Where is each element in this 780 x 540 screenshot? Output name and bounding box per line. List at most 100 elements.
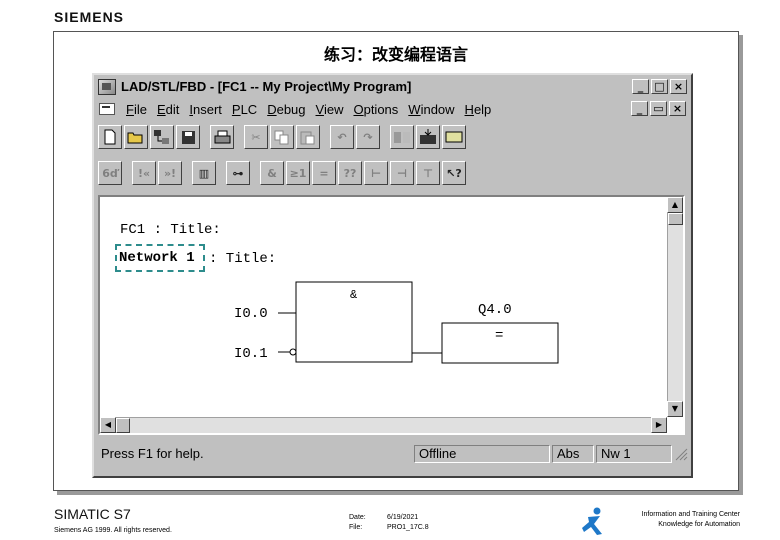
branch-close-button[interactable]: ⊣ [390, 161, 414, 185]
save-button[interactable] [176, 125, 200, 149]
status-mode: Offline [414, 445, 550, 463]
file-label: File: [349, 524, 363, 531]
undo-icon: ↶ [337, 130, 347, 144]
menu-options[interactable]: Options [348, 102, 403, 117]
and-box-icon: & [267, 166, 277, 180]
standard-toolbar: ✂ ↶ ↷ [98, 123, 468, 151]
minimize-button[interactable]: _ [632, 79, 649, 94]
size-grip-icon[interactable] [674, 447, 688, 461]
display-button[interactable] [442, 125, 466, 149]
branch-open-button[interactable]: ⊢ [364, 161, 388, 185]
output-address[interactable]: Q4.0 [478, 302, 512, 318]
scroll-up-button[interactable]: ▲ [667, 197, 683, 213]
close-button[interactable]: × [670, 79, 687, 94]
footer-meta: Date: 6/19/2021 File: PRO1_17C.8 [349, 514, 467, 531]
assign-button[interactable]: = [312, 161, 336, 185]
maximize-button[interactable]: □ [651, 79, 668, 94]
menu-bar: File Edit Insert PLC Debug View Options … [96, 99, 689, 119]
fbd-diagram [278, 281, 559, 364]
network-button[interactable]: ⊶ [226, 161, 250, 185]
assign-operator: = [495, 328, 504, 344]
lad-stl-fbd-window: LAD/STL/FBD - [FC1 -- My Project\My Prog… [92, 73, 693, 478]
new-icon [104, 129, 116, 145]
accessible-nodes-icon [154, 130, 169, 144]
horizontal-scroll-thumb[interactable] [116, 418, 130, 433]
menu-plc[interactable]: PLC [227, 102, 262, 117]
menu-insert[interactable]: Insert [184, 102, 227, 117]
gate-label: & [350, 288, 358, 302]
open-button[interactable] [124, 125, 148, 149]
footer-left: SIMATIC S7 Siemens AG 1999. All rights r… [54, 506, 172, 534]
siemens-brand: SIEMENS [54, 9, 125, 25]
branch-close-icon: ⊣ [396, 166, 408, 180]
doc-restore-button[interactable]: ▭ [650, 101, 667, 116]
overview-icon: 6ď [102, 166, 118, 180]
menu-edit[interactable]: Edit [152, 102, 184, 117]
print-icon [214, 130, 230, 143]
redo-icon: ↷ [363, 130, 373, 144]
doc-close-button[interactable]: × [669, 101, 686, 116]
prev-network-button[interactable]: !« [132, 161, 156, 185]
negation-circle[interactable] [289, 348, 297, 356]
scroll-down-button[interactable]: ▼ [667, 401, 683, 417]
open-icon [127, 132, 143, 144]
ladder-toolbar: 6ď !« »! ▥ ⊶ & ≥1 = ?? ⊢ ⊣ ⊤ ↖? [98, 159, 468, 187]
vertical-scrollbar[interactable]: ▲ ▼ [667, 197, 683, 417]
empty-box-icon: ?? [343, 166, 357, 180]
input1-address[interactable]: I0.0 [234, 306, 268, 322]
monitor-button[interactable] [390, 125, 414, 149]
window-titlebar[interactable]: LAD/STL/FBD - [FC1 -- My Project\My Prog… [95, 76, 690, 97]
product-name: SIMATIC S7 [54, 506, 131, 522]
horizontal-scrollbar[interactable]: ◀ ▶ [100, 417, 667, 433]
help-cursor-button[interactable]: ↖? [442, 161, 466, 185]
or-box-button[interactable]: ≥1 [286, 161, 310, 185]
copyright: Siemens AG 1999. All rights reserved. [54, 527, 172, 534]
new-button[interactable] [98, 125, 122, 149]
status-help: Press F1 for help. [101, 446, 204, 461]
overview-button[interactable]: 6ď [98, 161, 122, 185]
assign-icon: = [319, 166, 329, 180]
window-title: LAD/STL/FBD - [FC1 -- My Project\My Prog… [121, 79, 412, 94]
vertical-scroll-thumb[interactable] [668, 213, 683, 225]
paste-icon [300, 131, 315, 144]
scroll-right-button[interactable]: ▶ [651, 417, 667, 433]
network-icon: ⊶ [232, 166, 244, 180]
footer-right: Information and Training Center Knowledg… [642, 510, 740, 530]
display-icon [445, 131, 463, 143]
details-button[interactable]: ▥ [192, 161, 216, 185]
app-icon[interactable] [98, 78, 116, 95]
details-icon: ▥ [198, 166, 210, 180]
download-button[interactable] [416, 125, 440, 149]
paste-button[interactable] [296, 125, 320, 149]
program-editor[interactable]: FC1 : Title: Network 1 : Title: & I0.0 I… [98, 195, 685, 435]
menu-window[interactable]: Window [403, 102, 459, 117]
undo-button[interactable]: ↶ [330, 125, 354, 149]
connection-button[interactable]: ⊤ [416, 161, 440, 185]
center-line2: Knowledge for Automation [658, 521, 740, 528]
copy-icon [274, 130, 289, 144]
scroll-left-button[interactable]: ◀ [100, 417, 116, 433]
menu-view[interactable]: View [311, 102, 349, 117]
and-box-button[interactable]: & [260, 161, 284, 185]
redo-button[interactable]: ↷ [356, 125, 380, 149]
menu-help[interactable]: Help [460, 102, 497, 117]
menu-debug[interactable]: Debug [262, 102, 310, 117]
print-button[interactable] [210, 125, 234, 149]
date-value: 6/19/2021 [387, 514, 419, 521]
copy-button[interactable] [270, 125, 294, 149]
download-icon [420, 129, 436, 144]
save-icon [181, 130, 195, 144]
input2-address[interactable]: I0.1 [234, 346, 268, 362]
next-network-button[interactable]: »! [158, 161, 182, 185]
date-label: Date: [349, 514, 366, 521]
slide-title: 练习：改变编程语言 [323, 45, 468, 64]
connection-icon: ⊤ [422, 166, 434, 180]
cut-button[interactable]: ✂ [244, 125, 268, 149]
center-line1: Information and Training Center [641, 511, 740, 518]
empty-box-button[interactable]: ?? [338, 161, 362, 185]
accessible-nodes-button[interactable] [150, 125, 174, 149]
document-icon[interactable] [99, 103, 115, 115]
file-value: PRO1_17C.8 [387, 524, 429, 531]
doc-minimize-button[interactable]: _ [631, 101, 648, 116]
menu-file[interactable]: File [121, 102, 152, 117]
